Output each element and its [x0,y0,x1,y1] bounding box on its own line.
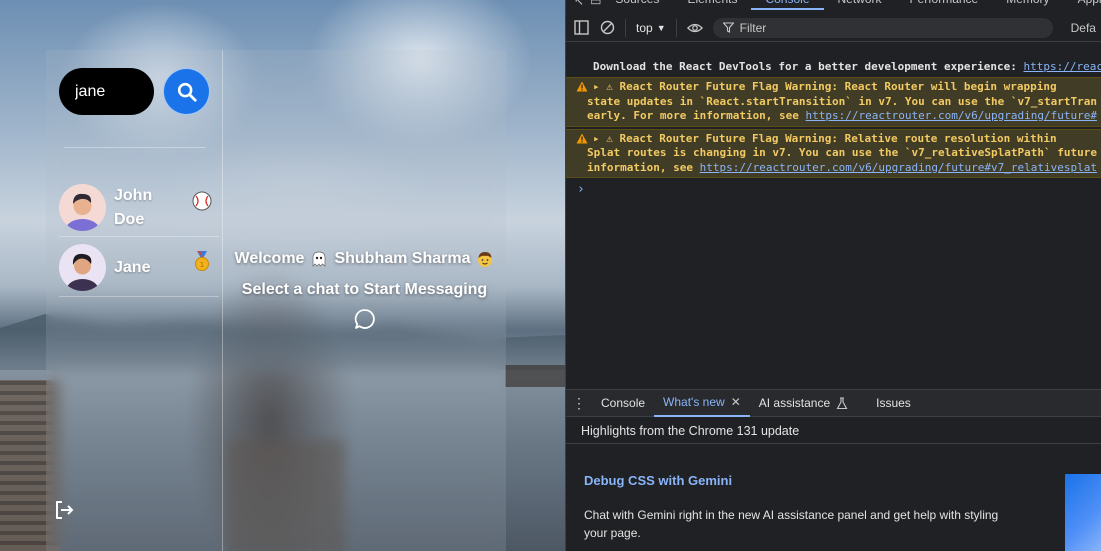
whats-new-divider [566,443,1101,444]
search-icon [177,82,197,102]
warning-line: early. For more information, see https:/… [587,109,1097,122]
console-info-message: Download the React DevTools for a better… [566,56,1101,77]
drawer-tab-whats-new[interactable]: What's new ✕ [654,389,750,417]
welcome-prefix: Welcome [234,250,305,267]
drawer-tab-label: AI assistance [758,396,831,410]
flask-icon [836,396,848,409]
whats-new-title-link[interactable]: Debug CSS with Gemini [584,473,732,488]
search-input[interactable] [59,68,154,115]
tab-network[interactable]: Network [824,0,896,10]
tab-application[interactable]: Appli [1064,0,1101,10]
filter-placeholder: Filter [739,20,767,35]
warning-line: Splat routes is changing in v7. You can … [587,146,1097,159]
context-label: top [636,20,653,35]
eye-icon[interactable] [686,20,703,36]
warning-line: ▸ ⚠ React Router Future Flag Warning: Re… [593,131,1057,145]
console-prompt-chevron-icon[interactable]: › [566,182,1101,197]
context-selector[interactable]: top ▼ [636,21,666,35]
chat-app: John Doe Jane [0,0,565,551]
toolbar-separator [675,18,677,37]
warning-line: information, see https://reactrouter.com… [587,160,1097,174]
search-row [59,68,210,115]
devtools-top-tabs: ↖ ▭ Sources Elements Console Network Per… [566,0,1101,10]
info-text: Download the React DevTools for a better… [593,60,1024,73]
tab-console[interactable]: Console [751,0,824,10]
console-toolbar: top ▼ Filter Defa [566,14,1101,42]
more-options-icon[interactable]: ⋮ [566,395,592,412]
medal-icon: 1 [191,250,213,272]
filter-icon [722,22,734,33]
log-levels-dropdown[interactable]: Defa [1071,21,1096,35]
avatar [59,184,106,231]
console-messages: Download the React DevTools for a better… [566,56,1101,197]
tab-performance[interactable]: Performance [896,0,993,10]
user-item-john[interactable]: John Doe [59,179,219,237]
console-warning-message: ▸ ⚠ React Router Future Flag Warning: Re… [566,128,1101,178]
sidebar-divider [64,147,206,148]
background-boathouse [505,365,565,387]
avatar [59,244,106,291]
device-toolbar-icon[interactable]: ▭ [590,0,601,8]
sidebar-toggle-icon[interactable] [573,20,589,36]
devtools-tab-icons: ↖ ▭ [566,0,601,10]
welcome-line: Welcome Shubham Sharma [223,248,506,270]
warning-line: state updates in `React.startTransition`… [587,94,1097,108]
ghost-icon [313,251,326,267]
whats-new-thumbnail [1065,474,1101,551]
drawer-tab-issues[interactable]: Issues [867,389,920,417]
clear-console-icon[interactable] [599,20,615,36]
tab-sources[interactable]: Sources [601,0,673,10]
warning-line: ▸ ⚠ React Router Future Flag Warning: Re… [593,80,1057,93]
warning-link[interactable]: https://reactrouter.com/v6/upgrading/fut… [806,109,1097,122]
chevron-down-icon: ▼ [656,22,666,33]
tab-memory[interactable]: Memory [992,0,1063,10]
tab-elements[interactable]: Elements [673,0,751,10]
user-item-jane[interactable]: Jane 1 [59,239,219,297]
search-button[interactable] [163,68,210,115]
console-warning-message: ▸ ⚠ React Router Future Flag Warning: Re… [566,77,1101,127]
drawer-tab-console[interactable]: Console [592,389,654,417]
welcome-subtitle: Select a chat to Start Messaging [241,281,488,298]
drawer-tab-label: What's new [663,395,725,409]
close-icon[interactable]: ✕ [731,388,741,416]
devtools-panel: ↖ ▭ Sources Elements Console Network Per… [565,0,1101,551]
drawer-tabs: ⋮ Console What's new ✕ AI assistance Iss… [566,389,1101,417]
info-link[interactable]: https://reac [1023,60,1101,73]
toolbar-separator [625,18,626,37]
user-name: Jane [114,258,151,276]
warning-triangle-icon [576,81,588,92]
sidebar: John Doe Jane [46,50,223,551]
user-name: John Doe [114,186,153,228]
warning-triangle-icon [576,133,588,143]
welcome-username: Shubham Sharma [334,250,471,267]
inspect-element-icon[interactable]: ↖ [574,0,584,8]
console-filter-input[interactable]: Filter [712,17,1053,38]
baseball-icon [191,190,213,212]
warning-link[interactable]: https://reactrouter.com/v6/upgrading/fut… [700,161,1097,174]
chat-bubble-icon [353,307,377,331]
whats-new-body: Chat with Gemini right in the new AI ass… [584,508,999,540]
drawer-tab-ai-assistance[interactable]: AI assistance [750,389,857,417]
waving-person-icon [478,252,493,267]
svg-text:1: 1 [200,261,204,269]
whats-new-heading: Highlights from the Chrome 131 update [581,424,800,438]
logout-icon[interactable] [52,498,76,522]
welcome-panel: Welcome Shubham Sharma Select a chat to … [223,248,506,331]
